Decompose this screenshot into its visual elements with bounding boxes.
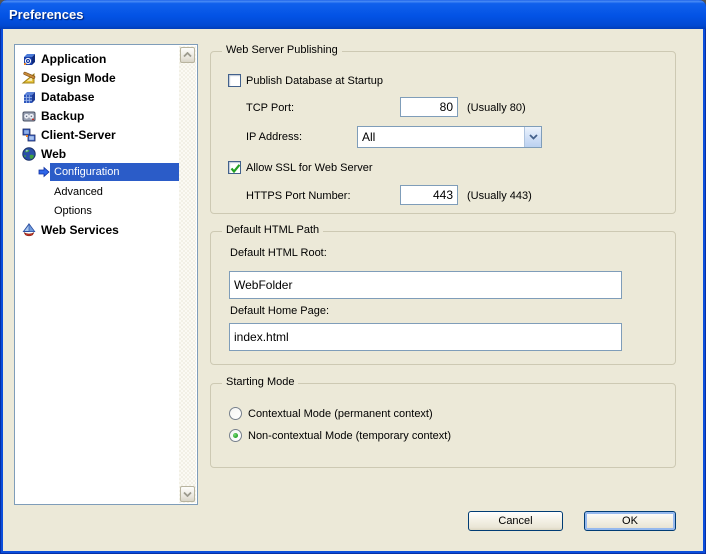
sidebar-item-label: Application xyxy=(41,52,106,66)
sidebar-item-label: Options xyxy=(50,205,92,217)
group-title: Starting Mode xyxy=(222,376,298,388)
group-title: Default HTML Path xyxy=(222,224,323,236)
https-port-hint: (Usually 443) xyxy=(467,190,532,202)
sidebar-item-design-mode[interactable]: Design Mode xyxy=(15,68,116,87)
ip-address-select[interactable]: All xyxy=(357,126,542,148)
sidebar-item-label: Client-Server xyxy=(41,128,116,142)
scroll-up-button[interactable] xyxy=(180,47,195,63)
default-home-page-input[interactable] xyxy=(229,323,622,351)
sidebar-item-label: Database xyxy=(41,90,94,104)
current-item-arrow-icon xyxy=(38,166,50,178)
sidebar-item-web-services[interactable]: Web Services xyxy=(15,220,119,239)
titlebar[interactable]: Preferences xyxy=(0,0,706,29)
sidebar-item-advanced[interactable]: Advanced xyxy=(50,182,103,201)
ok-button[interactable]: OK xyxy=(584,511,676,531)
tcp-port-input[interactable] xyxy=(400,97,458,117)
dialog-body: Application Design Mode Database xyxy=(3,29,703,551)
combo-dropdown-button[interactable] xyxy=(524,127,541,147)
non-contextual-mode-label: Non-contextual Mode (temporary context) xyxy=(248,430,451,442)
backup-icon xyxy=(21,108,37,124)
sidebar-item-label: Design Mode xyxy=(41,71,116,85)
sidebar-item-configuration[interactable]: Configuration xyxy=(50,163,183,181)
sidebar-item-backup[interactable]: Backup xyxy=(15,106,84,125)
sidebar-item-label: Web Services xyxy=(41,223,119,237)
preferences-tree: Application Design Mode Database xyxy=(14,44,198,505)
radio-selected-dot xyxy=(233,433,238,438)
default-html-root-label: Default HTML Root: xyxy=(230,247,327,259)
tcp-port-hint: (Usually 80) xyxy=(467,102,526,114)
default-home-page-label: Default Home Page: xyxy=(230,305,329,317)
cancel-button[interactable]: Cancel xyxy=(468,511,563,531)
web-icon xyxy=(21,146,37,162)
sidebar-item-database[interactable]: Database xyxy=(15,87,94,106)
sidebar-item-options[interactable]: Options xyxy=(50,201,92,220)
preferences-dialog: Preferences Application xyxy=(0,0,706,554)
sidebar-item-web[interactable]: Web xyxy=(15,144,66,163)
web-services-icon xyxy=(21,222,37,238)
sidebar-item-label: Backup xyxy=(41,109,84,123)
chevron-up-icon xyxy=(183,52,192,58)
tree-scrollbar[interactable] xyxy=(179,46,196,503)
sidebar-item-label: Advanced xyxy=(50,186,103,198)
ip-address-value: All xyxy=(358,130,524,144)
database-icon xyxy=(21,89,37,105)
allow-ssl-label: Allow SSL for Web Server xyxy=(246,162,373,174)
ip-address-label: IP Address: xyxy=(246,131,302,143)
https-port-label: HTTPS Port Number: xyxy=(246,190,351,202)
group-title: Web Server Publishing xyxy=(222,44,342,56)
scroll-down-button[interactable] xyxy=(180,486,195,502)
sidebar-item-label: Web xyxy=(41,147,66,161)
starting-mode-group: Starting Mode xyxy=(210,383,676,468)
sidebar-item-application[interactable]: Application xyxy=(15,49,106,68)
design-mode-icon xyxy=(21,70,37,86)
https-port-input[interactable] xyxy=(400,185,458,205)
chevron-down-icon xyxy=(183,491,192,497)
publish-database-checkbox[interactable] xyxy=(228,74,241,87)
publish-database-label: Publish Database at Startup xyxy=(246,75,383,87)
non-contextual-mode-radio[interactable] xyxy=(229,429,242,442)
contextual-mode-label: Contextual Mode (permanent context) xyxy=(248,408,433,420)
allow-ssl-checkbox[interactable] xyxy=(228,161,241,174)
checkmark-icon xyxy=(229,162,242,175)
application-icon xyxy=(21,51,37,67)
tcp-port-label: TCP Port: xyxy=(246,102,294,114)
chevron-down-icon xyxy=(529,134,538,140)
sidebar-item-client-server[interactable]: Client-Server xyxy=(15,125,116,144)
sidebar-item-label: Configuration xyxy=(50,166,119,178)
client-server-icon xyxy=(21,127,37,143)
contextual-mode-radio[interactable] xyxy=(229,407,242,420)
window-title: Preferences xyxy=(0,7,83,22)
default-html-root-input[interactable] xyxy=(229,271,622,299)
